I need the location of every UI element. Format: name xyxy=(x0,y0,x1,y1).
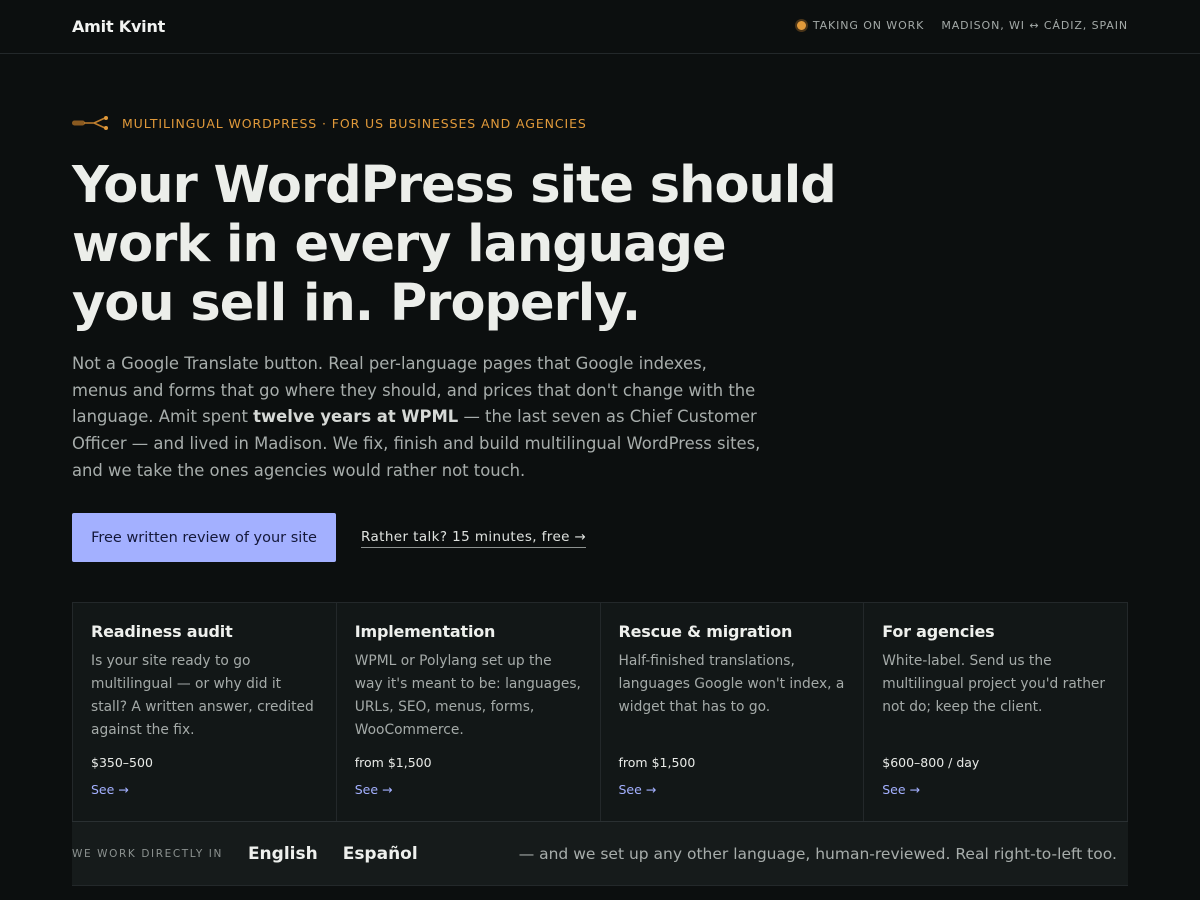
hero-eyebrow: MULTILINGUAL WORDPRESS · FOR US BUSINESS… xyxy=(72,115,587,131)
headline-line: Your WordPress site should xyxy=(72,156,837,215)
service-price: $600–800 / day xyxy=(882,755,980,770)
languages-strip: WE WORK DIRECTLY IN English Español — an… xyxy=(72,821,1128,886)
fork-icon xyxy=(72,116,108,130)
book-call-link[interactable]: Rather talk? 15 minutes, free → xyxy=(361,529,587,548)
service-see-link[interactable]: See → xyxy=(619,782,657,797)
service-description: Is your site ready to go multilingual — … xyxy=(91,653,314,738)
language-english: English xyxy=(247,843,318,864)
service-price: from $1,500 xyxy=(354,755,432,770)
availability-status: TAKING ON WORK xyxy=(812,19,925,32)
headline-line: you sell in. Properly. xyxy=(72,274,641,333)
service-price: from $1,500 xyxy=(618,755,696,770)
free-review-button[interactable]: Free written review of your site xyxy=(72,513,336,562)
service-title: Readiness audit xyxy=(91,622,233,641)
lede-emphasis: twelve years at WPML xyxy=(253,407,459,427)
headline-line: work in every language xyxy=(72,215,727,274)
languages-note: — and we set up any other language, huma… xyxy=(518,844,1117,863)
service-see-link[interactable]: See → xyxy=(882,782,920,797)
top-bar: Amit Kvint TAKING ON WORK MADISON, WI ↔ … xyxy=(0,0,1200,54)
service-title: For agencies xyxy=(882,622,995,641)
service-card-rescue-migration: Rescue & migration Half-finished transla… xyxy=(601,603,865,821)
language-espanol: Español xyxy=(342,843,418,864)
service-price: $350–500 xyxy=(91,755,153,770)
availability-dot-icon xyxy=(796,21,806,30)
service-description: Half-finished translations, languages Go… xyxy=(618,653,845,715)
header-status-group: TAKING ON WORK MADISON, WI ↔ CÁDIZ, SPAI… xyxy=(796,19,1128,32)
service-card-for-agencies: For agencies White-label. Send us the mu… xyxy=(864,603,1127,821)
eyebrow-text: MULTILINGUAL WORDPRESS · FOR US BUSINESS… xyxy=(122,115,587,131)
languages-label: WE WORK DIRECTLY IN xyxy=(72,847,223,860)
hero-description: Not a Google Translate button. Real per-… xyxy=(72,351,762,485)
service-title: Implementation xyxy=(354,622,496,641)
service-see-link[interactable]: See → xyxy=(355,782,393,797)
brand-logo-link[interactable]: Amit Kvint xyxy=(72,17,165,36)
location-text: MADISON, WI ↔ CÁDIZ, SPAIN xyxy=(941,19,1128,32)
service-description: White-label. Send us the multilingual pr… xyxy=(882,653,1106,715)
service-title: Rescue & migration xyxy=(618,622,793,641)
service-see-link[interactable]: See → xyxy=(91,782,129,797)
service-description: WPML or Polylang set up the way it's mea… xyxy=(354,653,581,738)
services-grid: Readiness audit Is your site ready to go… xyxy=(72,602,1128,821)
page-title: Your WordPress site should work in every… xyxy=(72,156,837,333)
service-card-implementation: Implementation WPML or Polylang set up t… xyxy=(337,603,601,821)
service-card-readiness-audit: Readiness audit Is your site ready to go… xyxy=(73,603,337,821)
